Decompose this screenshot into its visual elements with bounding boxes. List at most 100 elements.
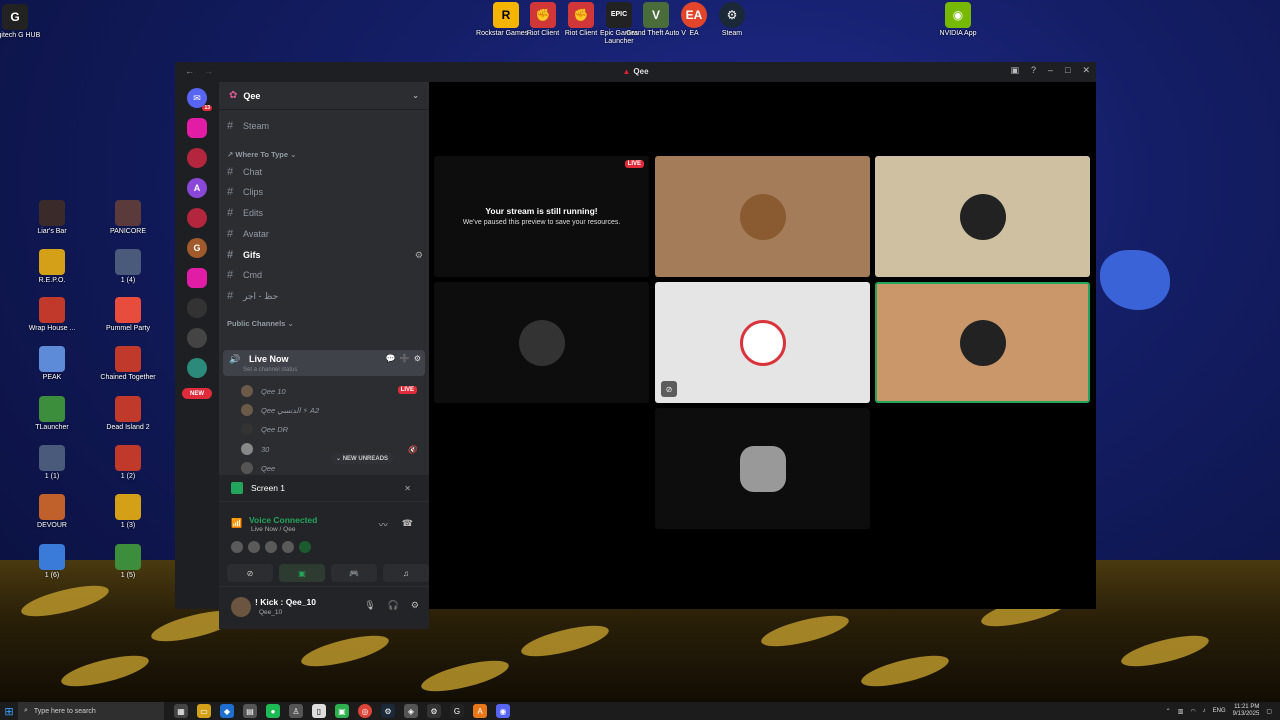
discord-icon[interactable]: ◉ (496, 704, 510, 718)
server-icon[interactable] (187, 118, 207, 138)
noise-suppression-icon[interactable]: 〰 (379, 518, 388, 531)
voice-user[interactable]: Qee DR (241, 420, 423, 438)
desktop-icon-shortcut[interactable]: 1 (4) (98, 249, 158, 285)
soundboard-button[interactable]: ♫ (383, 564, 429, 582)
discord-home-icon[interactable]: ✉ 13 (187, 88, 212, 111)
participant-tile[interactable] (655, 408, 870, 529)
channel-clips[interactable]: # Clips (227, 183, 423, 201)
microphone-icon[interactable]: 🎙 (364, 600, 375, 611)
desktop-icon-tlauncher[interactable]: TLauncher (22, 396, 82, 432)
windows-start-icon[interactable]: ⊞ (0, 702, 18, 720)
camera-off-button[interactable]: ⊘ (227, 564, 273, 582)
new-pill[interactable]: NEW (182, 388, 212, 399)
disconnect-icon[interactable]: ☎ (402, 518, 413, 531)
app-icon[interactable]: ◈ (404, 704, 418, 718)
notepad-icon[interactable]: ▯ (312, 704, 326, 718)
category-where-to-type[interactable]: ↗ Where To Type ⌄ (227, 150, 296, 159)
desktop-icon-liars-bar[interactable]: Liar's Bar (22, 200, 82, 236)
wifi-icon[interactable]: ◠ (1190, 708, 1195, 715)
settings-icon[interactable]: ⚙ (427, 704, 441, 718)
language-indicator[interactable]: ENG (1213, 708, 1226, 714)
headphones-icon[interactable]: 🎧 (388, 600, 399, 611)
channel-steam[interactable]: # Steam (227, 117, 423, 135)
invite-icon[interactable]: ➕ (400, 354, 410, 363)
task-view-icon[interactable]: ▦ (174, 704, 188, 718)
network-icon[interactable]: ▥ (1178, 708, 1184, 715)
server-icon[interactable] (187, 268, 207, 288)
channel-arabic[interactable]: # حظ - اجر (227, 287, 423, 305)
new-unreads-pill[interactable]: ⌄ NEW UNREADS (331, 453, 394, 464)
server-icon[interactable] (187, 328, 207, 348)
maximize-icon[interactable]: □ (1065, 65, 1070, 76)
participant-tile[interactable] (655, 156, 870, 277)
voice-user[interactable]: Qee 10 LIVE (241, 382, 423, 400)
minimize-icon[interactable]: – (1048, 65, 1053, 76)
server-icon[interactable]: A (187, 178, 207, 198)
voice-channel-live-now[interactable]: 🔊 Live Now Set a channel status 💬 ➕ ⚙ (223, 350, 425, 376)
chevron-up-icon[interactable]: ⌃ (1166, 708, 1171, 715)
participant-tile[interactable] (875, 156, 1090, 277)
steam-icon[interactable]: ⚙ (381, 704, 395, 718)
participant-tile-speaking[interactable] (875, 282, 1090, 403)
file-explorer-icon[interactable]: ▭ (197, 704, 211, 718)
participant-tile[interactable] (434, 282, 649, 403)
screen-share-card[interactable]: Screen 1 ✕ (219, 475, 429, 501)
help-icon[interactable]: ? (1031, 65, 1036, 76)
desktop-icon-panicore[interactable]: PANICORE (98, 200, 158, 236)
app-icon[interactable]: A (473, 704, 487, 718)
channel-gifs[interactable]: # Gifs ⚙ (227, 246, 423, 264)
desktop-icon-peak[interactable]: PEAK (22, 346, 82, 382)
server-icon[interactable] (187, 358, 207, 378)
desktop-icon-wrap-house[interactable]: Wrap House ... (22, 297, 82, 333)
chrome-icon[interactable]: ◎ (358, 704, 372, 718)
activities-button[interactable]: 🎮 (331, 564, 377, 582)
screen-share-button[interactable]: ▣ (279, 564, 325, 582)
notification-icon[interactable]: ▢ (1266, 708, 1272, 715)
channel-avatar[interactable]: # Avatar (227, 225, 423, 243)
guild-header[interactable]: ✿ Qee ⌄ (219, 82, 429, 110)
desktop-icon-shortcut[interactable]: 1 (2) (98, 445, 158, 481)
chat-icon[interactable]: 💬 (386, 354, 396, 363)
server-icon[interactable] (187, 148, 207, 168)
voice-connected-status[interactable]: Voice Connected (249, 515, 317, 525)
app-icon[interactable]: ▤ (243, 704, 257, 718)
server-icon[interactable] (187, 208, 207, 228)
channel-cmd[interactable]: # Cmd (227, 266, 423, 284)
app-icon[interactable]: ♙ (289, 704, 303, 718)
desktop-icon-devour[interactable]: DEVOUR (22, 494, 82, 530)
shield-icon[interactable]: ◆ (220, 704, 234, 718)
server-icon[interactable] (187, 298, 207, 318)
desktop-icon-shortcut[interactable]: 1 (1) (22, 445, 82, 481)
close-icon[interactable]: ✕ (404, 484, 411, 493)
game-icon (39, 297, 65, 323)
app-icon[interactable]: ▣ (335, 704, 349, 718)
desktop-icon-pummel-party[interactable]: Pummel Party (98, 297, 158, 333)
settings-icon[interactable]: ⚙ (414, 354, 421, 363)
desktop-icon-shortcut[interactable]: 1 (5) (98, 544, 158, 580)
desktop-icon-chained-together[interactable]: Chained Together (98, 346, 158, 382)
channel-edits[interactable]: # Edits (227, 204, 423, 222)
channel-chat[interactable]: # Chat (227, 163, 423, 181)
spotify-icon[interactable]: ● (266, 704, 280, 718)
gear-icon[interactable]: ⚙ (411, 600, 419, 611)
avatar[interactable] (231, 597, 251, 617)
server-icon[interactable]: G (187, 238, 207, 258)
add-member-icon[interactable]: ⚙ (415, 250, 423, 261)
desktop-icon-repo[interactable]: R.E.P.O. (22, 249, 82, 285)
taskbar-search[interactable]: ⌕ Type here to search (18, 702, 164, 720)
desktop-icon-nvidia[interactable]: ◉ NVIDIA App (928, 2, 988, 38)
desktop-icon-shortcut[interactable]: 1 (3) (98, 494, 158, 530)
close-icon[interactable]: ✕ (1082, 65, 1090, 76)
logitech-icon[interactable]: G (450, 704, 464, 718)
desktop-icon-steam[interactable]: ⚙ Steam (702, 2, 762, 38)
clock[interactable]: 11:21 PM 9/13/2025 (1233, 704, 1260, 718)
desktop-icon-dead-island[interactable]: Dead Island 2 (98, 396, 158, 432)
participant-tile[interactable]: ⊘ (655, 282, 870, 403)
desktop-icon-shortcut[interactable]: 1 (6) (22, 544, 82, 580)
category-public-channels[interactable]: Public Channels ⌄ (227, 319, 294, 328)
inbox-icon[interactable]: ▣ (1010, 65, 1019, 76)
stream-tile-paused[interactable]: LIVE Your stream is still running! We've… (434, 156, 649, 277)
volume-icon[interactable]: ♪ (1203, 708, 1206, 714)
desktop-icon-logitech[interactable]: G Logitech G HUB (0, 4, 45, 40)
voice-user[interactable]: Qee الدنسي ⚡ A2 (241, 401, 423, 419)
